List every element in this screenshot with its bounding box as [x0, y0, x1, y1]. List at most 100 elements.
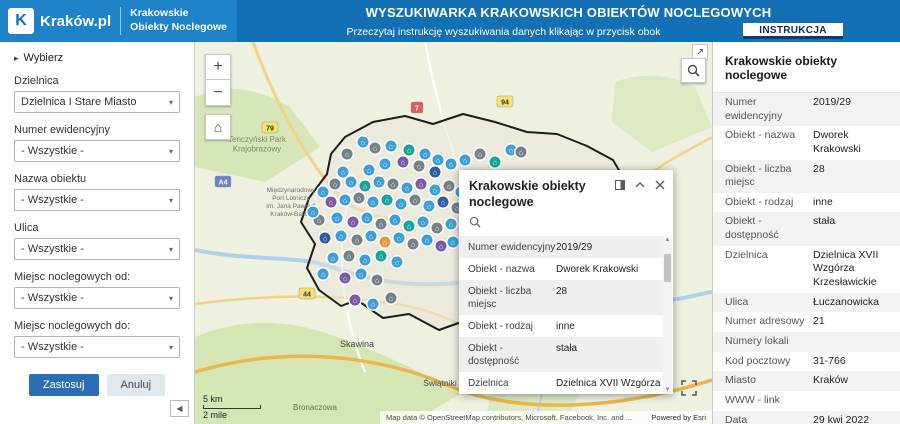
- map-marker[interactable]: ⌂: [384, 139, 398, 153]
- map-marker[interactable]: ⌂: [422, 199, 436, 213]
- map-marker[interactable]: ⌂: [354, 267, 368, 281]
- map-marker[interactable]: ⌂: [396, 155, 410, 169]
- map-marker[interactable]: ⌂: [436, 195, 450, 209]
- home-extent-button[interactable]: ⌂: [205, 114, 231, 140]
- map-marker[interactable]: ⌂: [364, 229, 378, 243]
- road-shield: 79: [261, 121, 279, 134]
- details-row: Ulica Łuczanowicka: [713, 292, 900, 313]
- map-marker[interactable]: ⌂: [338, 271, 352, 285]
- map-marker[interactable]: ⌂: [408, 193, 422, 207]
- map-marker[interactable]: ⌂: [368, 141, 382, 155]
- filter-header[interactable]: ▸ Wybierz: [14, 52, 180, 64]
- map-marker[interactable]: ⌂: [358, 253, 372, 267]
- map-marker[interactable]: ⌂: [402, 143, 416, 157]
- map-marker[interactable]: ⌂: [416, 215, 430, 229]
- map-marker[interactable]: ⌂: [442, 179, 456, 193]
- filter-select[interactable]: - Wszystkie - ▾: [14, 287, 180, 309]
- map-marker[interactable]: ⌂: [428, 183, 442, 197]
- dock-icon[interactable]: [614, 179, 625, 190]
- map-marker[interactable]: ⌂: [406, 237, 420, 251]
- filter-field: Miejsc noclegowych od: - Wszystkie - ▾: [14, 271, 180, 309]
- map-marker[interactable]: ⌂: [344, 175, 358, 189]
- map-marker[interactable]: ⌂: [388, 213, 402, 227]
- map-marker[interactable]: ⌂: [366, 297, 380, 311]
- map-marker[interactable]: ⌂: [400, 181, 414, 195]
- map-marker[interactable]: ⌂: [384, 291, 398, 305]
- map-marker[interactable]: ⌂: [378, 235, 392, 249]
- zoom-in-button[interactable]: +: [205, 54, 231, 80]
- zoom-out-button[interactable]: −: [205, 80, 231, 106]
- scroll-down-icon[interactable]: ▼: [665, 386, 671, 394]
- map-marker[interactable]: ⌂: [392, 231, 406, 245]
- filter-select[interactable]: - Wszystkie - ▾: [14, 140, 180, 162]
- map-marker[interactable]: ⌂: [360, 211, 374, 225]
- map-container[interactable]: Tenczyński Park Krajobrazowy Międzynarodow…: [195, 42, 712, 424]
- map-marker[interactable]: ⌂: [366, 195, 380, 209]
- map-marker[interactable]: ⌂: [420, 233, 434, 247]
- details-row: Obiekt - rodzaj inne: [713, 193, 900, 213]
- map-marker[interactable]: ⌂: [356, 135, 370, 149]
- map-marker[interactable]: ⌂: [514, 145, 528, 159]
- map-marker[interactable]: ⌂: [428, 165, 442, 179]
- scroll-up-icon[interactable]: ▲: [665, 236, 671, 244]
- map-marker[interactable]: ⌂: [402, 219, 416, 233]
- map-marker[interactable]: ⌂: [340, 147, 354, 161]
- map-marker[interactable]: ⌂: [434, 239, 448, 253]
- popup-scrollbar[interactable]: ▲ ▼: [663, 236, 672, 395]
- map-marker[interactable]: ⌂: [324, 195, 338, 209]
- map-search-button[interactable]: [681, 58, 706, 83]
- map-marker[interactable]: ⌂: [372, 175, 386, 189]
- map-marker[interactable]: ⌂: [370, 273, 384, 287]
- map-marker[interactable]: ⌂: [431, 153, 445, 167]
- details-row-label: Miasto: [725, 374, 756, 387]
- apply-button[interactable]: Zastosuj: [28, 374, 99, 396]
- map-marker[interactable]: ⌂: [374, 249, 388, 263]
- map-marker[interactable]: ⌂: [380, 193, 394, 207]
- popup-row: Obiekt - liczba miejsc 28: [459, 280, 663, 316]
- filter-select[interactable]: - Wszystkie - ▾: [14, 238, 180, 260]
- sidebar-collapse-button[interactable]: ◀: [170, 400, 189, 417]
- svg-text:44: 44: [303, 292, 311, 299]
- map-marker[interactable]: ⌂: [358, 179, 372, 193]
- filter-select[interactable]: Dzielnica I Stare Miasto ▾: [14, 91, 180, 113]
- scroll-thumb[interactable]: [664, 254, 671, 283]
- map-marker[interactable]: ⌂: [386, 177, 400, 191]
- map-marker[interactable]: ⌂: [334, 229, 348, 243]
- filter-select[interactable]: - Wszystkie - ▾: [14, 189, 180, 211]
- map-marker[interactable]: ⌂: [378, 157, 392, 171]
- map-marker[interactable]: ⌂: [350, 233, 364, 247]
- map-marker[interactable]: ⌂: [488, 155, 502, 169]
- map-marker[interactable]: ⌂: [352, 191, 366, 205]
- popup-zoom-to[interactable]: [459, 213, 673, 236]
- map-marker[interactable]: ⌂: [473, 147, 487, 161]
- page-title: WYSZUKIWARKA KRAKOWSKICH OBIEKTÓW NOCLEG…: [365, 5, 772, 20]
- map-marker[interactable]: ⌂: [444, 157, 458, 171]
- map-marker[interactable]: ⌂: [318, 231, 332, 245]
- map-marker[interactable]: ⌂: [444, 217, 458, 231]
- map-marker[interactable]: ⌂: [342, 249, 356, 263]
- cancel-button[interactable]: Anuluj: [106, 374, 166, 396]
- map-marker[interactable]: ⌂: [348, 293, 362, 307]
- map-marker[interactable]: ⌂: [430, 221, 444, 235]
- filter-select[interactable]: - Wszystkie - ▾: [14, 336, 180, 358]
- collapse-popup-icon[interactable]: [634, 179, 645, 190]
- map-marker[interactable]: ⌂: [458, 153, 472, 167]
- map-marker[interactable]: ⌂: [346, 215, 360, 229]
- instruction-button[interactable]: INSTRUKCJA: [743, 23, 843, 39]
- map-marker[interactable]: ⌂: [330, 211, 344, 225]
- map-marker[interactable]: ⌂: [326, 251, 340, 265]
- map-marker[interactable]: ⌂: [362, 163, 376, 177]
- map-marker[interactable]: ⌂: [446, 235, 460, 249]
- map-marker[interactable]: ⌂: [306, 205, 320, 219]
- map-marker[interactable]: ⌂: [328, 177, 342, 191]
- close-popup-icon[interactable]: [654, 179, 665, 190]
- map-marker[interactable]: ⌂: [316, 267, 330, 281]
- map-marker[interactable]: ⌂: [338, 193, 352, 207]
- fullscreen-button[interactable]: [680, 380, 698, 398]
- map-marker[interactable]: ⌂: [414, 177, 428, 191]
- map-marker[interactable]: ⌂: [394, 197, 408, 211]
- map-marker[interactable]: ⌂: [418, 147, 432, 161]
- map-marker[interactable]: ⌂: [390, 255, 404, 269]
- map-marker[interactable]: ⌂: [412, 159, 426, 173]
- map-marker[interactable]: ⌂: [374, 217, 388, 231]
